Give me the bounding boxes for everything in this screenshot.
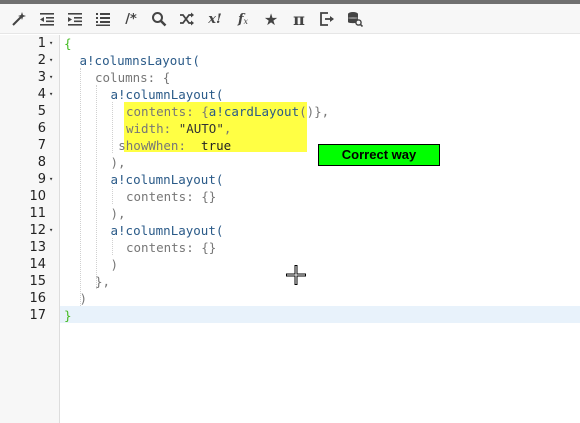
code-token: ()},: [299, 104, 330, 119]
line-number: 14: [29, 257, 46, 272]
code-token: },: [95, 274, 111, 289]
star-icon[interactable]: ★: [262, 10, 280, 29]
function-icon[interactable]: fx: [234, 10, 252, 28]
code-token: ): [110, 257, 119, 272]
code-token: "AUTO": [178, 121, 224, 136]
code-line: a!columnLayout(: [111, 171, 224, 188]
function-icon-subscript: x: [243, 16, 249, 26]
fold-toggle-icon[interactable]: ▾: [49, 35, 57, 52]
code-line: contents: {a!cardLayout()},: [126, 103, 329, 120]
line-number-gutter: 1 ▾ 2 ▾ 3 ▾ 4 ▾ 5 6 7 8 9 ▾ 10 11 12 ▾ 13 14 15 16 17: [0, 35, 60, 423]
line-number: 2: [37, 53, 46, 68]
code-line: {: [64, 35, 72, 52]
code-token: columns: {: [95, 70, 171, 85]
indent-guide: [112, 187, 113, 204]
code-line: ): [80, 290, 88, 307]
code-token: a!columnLayout(: [110, 172, 224, 187]
comment-icon[interactable]: /*: [122, 10, 140, 28]
code-token: a!columnsLayout(: [79, 53, 200, 68]
format-list-icon[interactable]: [94, 10, 112, 28]
code-token: contents: {}: [126, 240, 217, 255]
code-token: contents: {: [126, 104, 209, 119]
fold-toggle-icon[interactable]: ▾: [49, 86, 57, 103]
code-token: ),: [110, 155, 126, 170]
code-line: a!columnsLayout(: [80, 52, 200, 69]
code-token: width:: [126, 121, 179, 136]
code-line: columns: {: [95, 69, 170, 86]
code-token: a!columnLayout(: [110, 87, 224, 102]
indent-guide: [80, 68, 81, 306]
fold-toggle-icon[interactable]: ▾: [49, 171, 57, 188]
outdent-icon[interactable]: [38, 10, 56, 28]
fold-toggle-icon[interactable]: ▾: [49, 69, 57, 86]
code-line: ): [111, 256, 119, 273]
code-line: ),: [111, 154, 126, 171]
code-token: {: [64, 36, 72, 51]
line-number: 13: [29, 240, 46, 255]
indent-guide: [112, 238, 113, 255]
line-number: 5: [37, 104, 46, 119]
code-token: ),: [110, 206, 126, 221]
code-line: a!columnLayout(: [111, 86, 224, 103]
fold-toggle-icon[interactable]: ▾: [49, 222, 57, 239]
code-token: a!columnLayout(: [110, 223, 224, 238]
line-number: 1: [37, 36, 46, 51]
line-number: 17: [29, 308, 46, 323]
code-token: contents: {}: [126, 189, 217, 204]
code-line: }: [64, 307, 72, 324]
code-token: ): [79, 291, 88, 306]
editor-toolbar: /* x! fx ★ π: [0, 4, 580, 34]
code-token: showWhen:: [118, 138, 202, 153]
code-line: contents: {}: [126, 188, 216, 205]
line-number: 12: [29, 223, 46, 238]
code-line: },: [95, 273, 110, 290]
indent-guide: [112, 102, 113, 153]
indent-icon[interactable]: [66, 10, 84, 28]
line-number: 3: [37, 70, 46, 85]
code-token: true: [201, 138, 232, 153]
expression-icon[interactable]: x!: [206, 10, 224, 28]
search-icon[interactable]: [150, 10, 168, 28]
line-number: 16: [29, 291, 46, 306]
code-token: a!cardLayout: [208, 104, 300, 119]
pi-icon[interactable]: π: [290, 10, 308, 29]
shuffle-icon[interactable]: [178, 10, 196, 28]
line-number: 6: [37, 121, 46, 136]
code-token: ,: [223, 121, 232, 136]
code-line: a!columnLayout(: [111, 222, 224, 239]
line-number: 4: [37, 87, 46, 102]
indent-guide: [96, 85, 97, 289]
code-line: contents: {}: [126, 239, 216, 256]
code-line: showWhen: true: [118, 137, 231, 154]
current-line-highlight: [60, 306, 580, 323]
line-number: 10: [29, 189, 46, 204]
magic-wand-icon[interactable]: [10, 10, 28, 28]
database-search-icon[interactable]: [346, 10, 364, 28]
fold-toggle-icon[interactable]: ▾: [49, 52, 57, 69]
line-number: 7: [37, 138, 46, 153]
code-token: }: [64, 308, 72, 323]
line-number: 9: [37, 172, 46, 187]
crosshair-cursor-icon: [286, 265, 306, 285]
export-icon[interactable]: [318, 10, 336, 28]
line-number: 8: [37, 155, 46, 170]
code-line: ),: [111, 205, 126, 222]
correct-way-label: Correct way: [318, 144, 440, 166]
code-line: width: "AUTO",: [126, 120, 231, 137]
line-number: 11: [29, 206, 46, 221]
line-number: 15: [29, 274, 46, 289]
